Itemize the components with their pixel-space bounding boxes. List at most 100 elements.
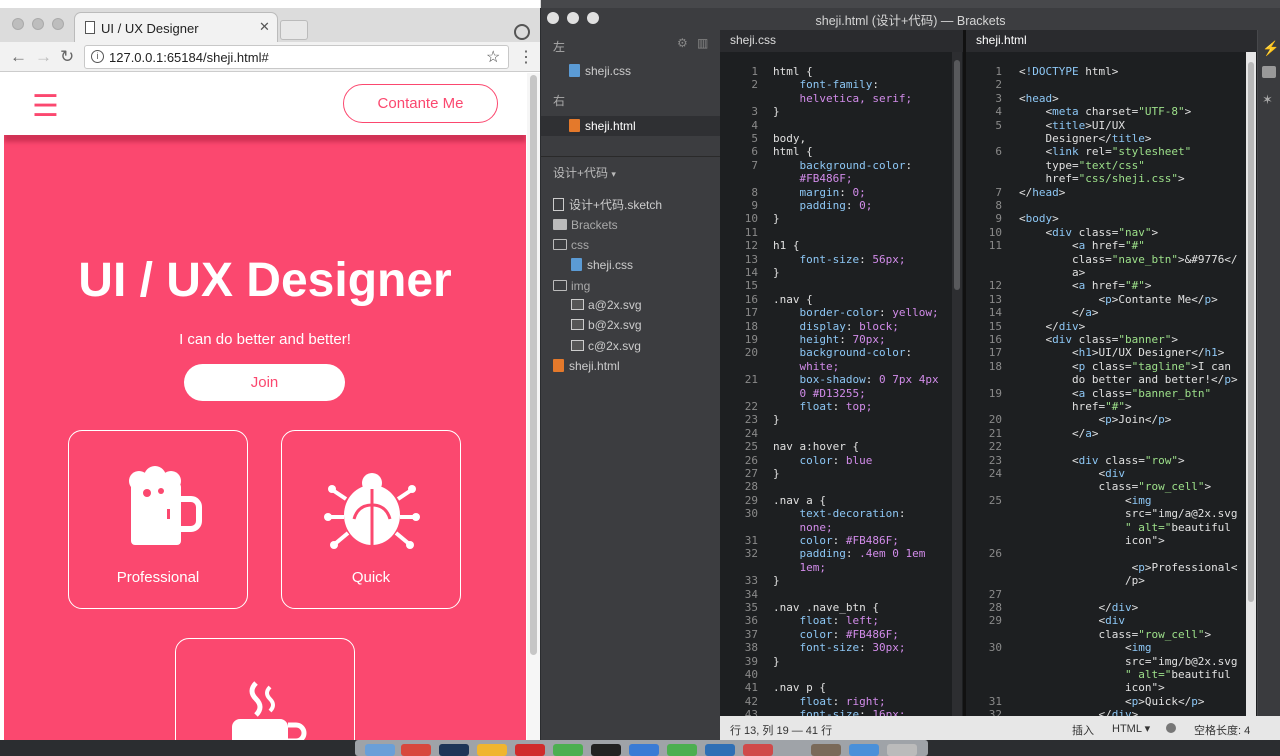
dock-app2-icon[interactable] xyxy=(705,744,735,756)
code-line[interactable]: <img xyxy=(1019,494,1152,507)
css-scrollbar[interactable] xyxy=(952,52,962,716)
browser-menu-icon[interactable]: ⋮ xyxy=(518,47,534,67)
working-file-sheji-html[interactable]: sheji.html xyxy=(569,119,636,133)
code-line[interactable]: box-shadow: 0 7px 4px xyxy=(773,373,939,386)
code-line[interactable]: } xyxy=(773,212,780,225)
page-scrollbar[interactable] xyxy=(527,73,540,740)
tree-item-sheji-html[interactable]: sheji.html xyxy=(553,359,620,373)
url-text[interactable]: 127.0.0.1:65184/sheji.html# xyxy=(109,50,269,65)
code-line[interactable]: } xyxy=(773,105,780,118)
tab-sheji[interactable]: UI / UX Designer ✕ xyxy=(74,12,278,42)
code-line[interactable]: background-color: xyxy=(773,159,913,172)
code-line[interactable]: <p>Professional< xyxy=(1019,561,1238,574)
working-file-sheji-css[interactable]: sheji.css xyxy=(569,64,631,78)
code-line[interactable]: .nav p { xyxy=(773,681,826,694)
settings-gear-icon[interactable]: ⚙ xyxy=(677,36,688,50)
bookmark-star-icon[interactable]: ☆ xyxy=(486,47,500,67)
dock-finder-icon[interactable] xyxy=(365,744,395,756)
code-line[interactable]: <body> xyxy=(1019,212,1059,225)
code-line[interactable]: } xyxy=(773,266,780,279)
code-line[interactable]: <p>Join</p> xyxy=(1019,413,1171,426)
code-line[interactable]: color: #FB486F; xyxy=(773,534,899,547)
dock-app-icon[interactable] xyxy=(515,744,545,756)
code-line[interactable]: </div> xyxy=(1019,601,1138,614)
split-view-icon[interactable]: ▥ xyxy=(697,36,708,50)
code-line[interactable]: <a href="#" xyxy=(1019,239,1145,252)
code-line[interactable]: <p class="tagline">I can xyxy=(1019,360,1231,373)
code-line[interactable]: color: blue xyxy=(773,454,873,467)
code-line[interactable]: href="css/sheji.css"> xyxy=(1019,172,1184,185)
hamburger-menu-icon[interactable]: ☰ xyxy=(32,89,59,124)
zoom-window-button[interactable] xyxy=(52,18,64,30)
extension-manager-icon[interactable] xyxy=(1262,66,1276,78)
code-line[interactable]: display: block; xyxy=(773,320,899,333)
code-line[interactable]: padding: .4em 0 1em xyxy=(773,547,926,560)
language-select[interactable]: HTML ▾ xyxy=(1112,722,1150,735)
code-line[interactable]: " alt="beautiful xyxy=(1019,521,1231,534)
dock-folder-icon[interactable] xyxy=(849,744,879,756)
code-line[interactable]: <p>Quick</p> xyxy=(1019,695,1205,708)
code-line[interactable]: background-color: xyxy=(773,346,913,359)
dock-brackets-icon[interactable] xyxy=(629,744,659,756)
back-button[interactable]: ← xyxy=(10,47,27,67)
code-line[interactable]: <meta charset="UTF-8"> xyxy=(1019,105,1191,118)
code-line[interactable]: font-size: 30px; xyxy=(773,641,906,654)
code-line[interactable]: class="row_cell"> xyxy=(1019,480,1211,493)
code-line[interactable]: float: left; xyxy=(773,614,880,627)
dock-preview-icon[interactable] xyxy=(811,744,841,756)
code-line[interactable]: } xyxy=(773,467,780,480)
code-line[interactable]: <img xyxy=(1019,641,1152,654)
address-bar[interactable]: i 127.0.0.1:65184/sheji.html# ☆ xyxy=(84,45,509,69)
code-line[interactable]: icon"> xyxy=(1019,681,1165,694)
code-line[interactable]: text-decoration: xyxy=(773,507,906,520)
code-line[interactable]: } xyxy=(773,413,780,426)
code-line[interactable]: " alt="beautiful xyxy=(1019,668,1231,681)
code-line[interactable]: <h1>UI/UX Designer</h1> xyxy=(1019,346,1224,359)
code-line[interactable]: .nav { xyxy=(773,293,813,306)
wand-icon[interactable]: ✶ xyxy=(1262,92,1273,108)
tree-item-css-folder[interactable]: css xyxy=(553,238,589,252)
css-scroll-thumb[interactable] xyxy=(954,60,960,290)
code-line[interactable]: h1 { xyxy=(773,239,800,252)
code-line[interactable]: Designer</title> xyxy=(1019,132,1151,145)
insert-mode[interactable]: 插入 xyxy=(1072,722,1094,738)
code-line[interactable]: } xyxy=(773,655,780,668)
code-line[interactable]: margin: 0; xyxy=(773,186,866,199)
code-line[interactable]: font-size: 16px; xyxy=(773,708,906,716)
code-line[interactable]: do better and better!</p> xyxy=(1019,373,1238,386)
project-dropdown[interactable]: 设计+代码 ▾ xyxy=(553,164,616,181)
editor-pane-css[interactable]: sheji.css 1 html {2 font-family: helvetic… xyxy=(720,30,963,716)
code-line[interactable]: helvetica, serif; xyxy=(773,92,912,105)
code-line[interactable]: type="text/css" xyxy=(1019,159,1144,172)
code-line[interactable]: <a class="banner_btn" xyxy=(1019,387,1211,400)
dock-qq-icon[interactable] xyxy=(591,744,621,756)
code-line[interactable]: html { xyxy=(773,145,813,158)
dock-trash-icon[interactable] xyxy=(887,744,917,756)
editor-pane-html[interactable]: sheji.html 1 <!DOCTYPE html> 2 3 <head> 4 <me… xyxy=(966,30,1257,716)
code-line[interactable]: border-color: yellow; xyxy=(773,306,939,319)
code-line[interactable]: <div class="row"> xyxy=(1019,454,1185,467)
dock-wechat-icon[interactable] xyxy=(553,744,583,756)
code-line[interactable]: </a> xyxy=(1019,427,1099,440)
tree-item-b-svg[interactable]: b@2x.svg xyxy=(571,318,642,332)
dock-messages-icon[interactable] xyxy=(667,744,697,756)
code-line[interactable]: .nav a { xyxy=(773,494,826,507)
code-line[interactable]: </a> xyxy=(1019,306,1099,319)
code-line[interactable]: class="nave_btn">&#9776</ xyxy=(1019,253,1238,266)
close-window-button[interactable] xyxy=(12,18,24,30)
code-line[interactable]: height: 70px; xyxy=(773,333,886,346)
forward-button[interactable]: → xyxy=(35,47,52,67)
code-line[interactable]: <head> xyxy=(1019,92,1059,105)
contact-button[interactable]: Contante Me xyxy=(343,84,498,123)
code-line[interactable]: #FB486F; xyxy=(773,172,852,185)
join-button[interactable]: Join xyxy=(184,364,345,401)
code-line[interactable]: body, xyxy=(773,132,806,145)
tree-item-sketch[interactable]: 设计+代码.sketch xyxy=(553,196,662,213)
code-line[interactable]: font-family: xyxy=(773,78,879,91)
code-line[interactable]: color: #FB486F; xyxy=(773,628,899,641)
code-line[interactable]: <p>Contante Me</p> xyxy=(1019,293,1217,306)
code-line[interactable]: 0 #D13255; xyxy=(773,387,865,400)
tree-item-c-svg[interactable]: c@2x.svg xyxy=(571,339,641,353)
code-line[interactable]: <div class="nav"> xyxy=(1019,226,1158,239)
info-icon[interactable]: i xyxy=(91,50,104,63)
